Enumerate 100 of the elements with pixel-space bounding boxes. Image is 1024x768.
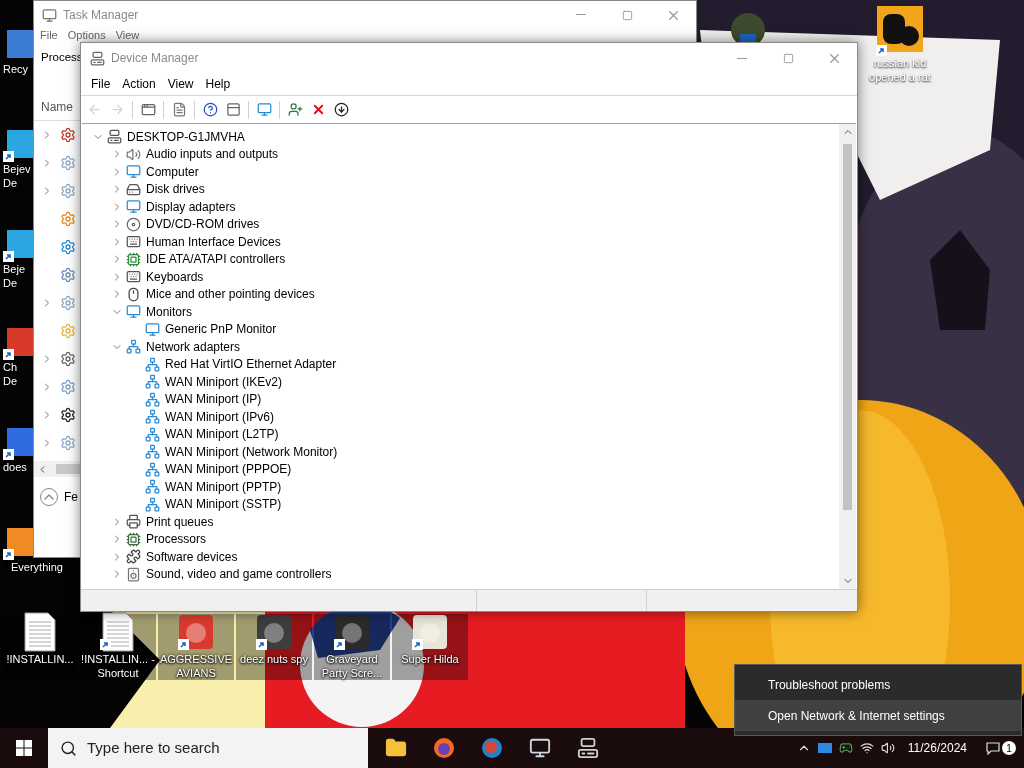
shortcut-arrow-icon	[178, 639, 189, 650]
scrollbar-thumb[interactable]	[56, 464, 80, 474]
search-field[interactable]: Type here to search	[48, 728, 368, 768]
desktop-icon[interactable]: Ch De	[3, 328, 33, 388]
shortcut-arrow-icon	[3, 449, 14, 460]
monitor-icon	[126, 164, 141, 180]
speaker-icon	[126, 146, 141, 162]
column-header[interactable]: Name	[41, 98, 73, 116]
shortcut-arrow-icon	[334, 639, 345, 650]
tree-item[interactable]: Mice and other pointing devices	[146, 285, 315, 304]
network-icon	[145, 391, 160, 407]
tree-item[interactable]: Display adapters	[146, 197, 236, 216]
minimize-icon	[576, 13, 586, 15]
app-icon	[413, 615, 447, 649]
desktop-icon[interactable]: Bejev De	[3, 130, 33, 190]
network-icon	[145, 461, 160, 477]
horizontal-scrollbar[interactable]	[34, 461, 80, 477]
tree-item[interactable]: WAN Miniport (IKEv2)	[165, 372, 282, 391]
help-icon	[202, 102, 218, 117]
menu-item[interactable]: File	[34, 29, 62, 42]
network-icon[interactable]	[859, 741, 874, 755]
search-icon	[60, 739, 77, 757]
context-menu-item[interactable]: Open Network & Internet settings	[735, 700, 1021, 731]
volume-icon[interactable]	[880, 741, 895, 755]
app-icon	[335, 615, 369, 649]
desktop-icon[interactable]: !INSTALLIN... - Shortcut	[80, 614, 156, 680]
tree-item[interactable]: WAN Miniport (PPTP)	[165, 477, 282, 496]
tree-item[interactable]: DESKTOP-G1JMVHA	[127, 127, 245, 146]
document-icon	[24, 612, 56, 652]
tree-item[interactable]: WAN Miniport (IP)	[165, 390, 262, 409]
chip-icon	[126, 251, 141, 267]
tree-item[interactable]: Human Interface Devices	[146, 232, 281, 251]
person-plus-icon	[287, 102, 303, 117]
window-title: Device Manager	[111, 50, 199, 67]
menu-item[interactable]: Action	[116, 75, 162, 93]
chip-icon	[126, 531, 141, 547]
mouse-icon	[126, 286, 141, 302]
network-icon	[145, 496, 160, 512]
shortcut-arrow-icon	[100, 639, 111, 650]
disc-icon	[126, 216, 141, 232]
scrollbar-thumb[interactable]	[843, 144, 852, 510]
tree-item[interactable]: WAN Miniport (IPv6)	[165, 407, 274, 426]
tree-item[interactable]: WAN Miniport (Network Monitor)	[165, 442, 338, 461]
shortcut-arrow-icon	[412, 639, 423, 650]
browser-icon	[481, 737, 503, 759]
folder-icon	[385, 737, 407, 759]
menu-item[interactable]: View	[161, 75, 200, 93]
tree-item[interactable]: IDE ATA/ATAPI controllers	[146, 250, 286, 269]
desktop-icon[interactable]: Recy	[3, 30, 33, 76]
network-icon	[145, 444, 160, 460]
clock-date[interactable]: 11/26/2024	[907, 739, 967, 757]
tree-item[interactable]: Processors	[146, 530, 207, 549]
tree-item[interactable]: Audio inputs and outputs	[146, 145, 279, 164]
app-icon	[257, 615, 291, 649]
tree-item[interactable]: Generic PnP Monitor	[165, 320, 277, 339]
window-icon	[140, 102, 156, 117]
drive-icon	[126, 181, 141, 197]
vertical-scrollbar[interactable]	[839, 124, 856, 589]
maximize-icon	[621, 9, 633, 21]
tree-item[interactable]: Software devices	[146, 547, 238, 566]
details-toggle[interactable]: Fe	[64, 488, 78, 506]
shortcut-arrow-icon	[256, 639, 267, 650]
tree-item[interactable]: Computer	[146, 162, 199, 181]
tree-item[interactable]: WAN Miniport (SSTP)	[165, 495, 282, 514]
menu-item[interactable]: View	[109, 29, 144, 42]
tree-item[interactable]: Network adapters	[146, 337, 241, 356]
tray-app-icon[interactable]	[838, 741, 853, 755]
network-icon	[126, 339, 141, 355]
keyboard-icon	[126, 234, 141, 250]
desktop-icon[interactable]: does	[3, 428, 33, 474]
desktop-icon[interactable]: Beje De	[3, 230, 33, 290]
tree-item[interactable]: WAN Miniport (PPPOE)	[165, 460, 292, 479]
notifications-button[interactable]: 1	[986, 741, 1016, 755]
menu-item[interactable]: File	[85, 75, 117, 93]
tree-item[interactable]: Monitors	[146, 302, 192, 321]
minimize-icon	[737, 57, 747, 59]
monitor-icon	[126, 304, 141, 320]
tree-item[interactable]: Red Hat VirtIO Ethernet Adapter	[165, 355, 337, 374]
tree-item[interactable]: Disk drives	[146, 180, 205, 199]
menu-item[interactable]: Help	[199, 75, 237, 93]
forward-arrow-icon	[109, 102, 125, 117]
app-icon	[179, 615, 213, 649]
tray-app-icon[interactable]	[817, 743, 832, 753]
panel-icon	[225, 102, 241, 117]
desktop-icon[interactable]: russian kid opened a rat	[862, 6, 938, 84]
monitor-icon	[529, 737, 551, 759]
tree-item[interactable]: WAN Miniport (L2TP)	[165, 425, 279, 444]
puzzle-icon	[126, 549, 141, 565]
browser-icon	[433, 737, 455, 759]
network-icon	[145, 356, 160, 372]
context-menu-item[interactable]: Troubleshoot problems	[735, 669, 1021, 700]
down-arrow-circle-icon	[333, 102, 349, 117]
tree-item[interactable]: Print queues	[146, 512, 214, 531]
menu-item[interactable]: Options	[61, 29, 110, 42]
printer-icon	[126, 514, 141, 530]
monitor-icon	[145, 321, 160, 337]
computer-icon	[577, 737, 599, 759]
tree-item[interactable]: Keyboards	[146, 267, 204, 286]
tree-item[interactable]: Sound, video and game controllers	[146, 565, 332, 584]
tree-item[interactable]: DVD/CD-ROM drives	[146, 215, 260, 234]
